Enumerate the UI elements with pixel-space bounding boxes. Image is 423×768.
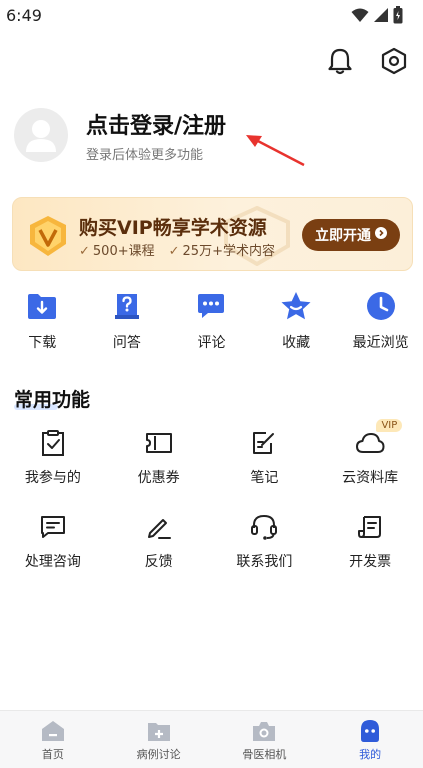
vip-perks: ✓ 500+课程 ✓ 25万+学术内容 [79,240,275,259]
tab-label: 病例讨论 [136,748,181,761]
home-icon [40,719,66,743]
status-bar: 6:49 [0,0,423,32]
status-time: 6:49 [6,6,42,25]
quick-action-recent[interactable]: 最近浏览 [338,290,423,356]
quick-action-label: 问答 [112,335,141,351]
signal-icon [373,7,389,27]
question-book-icon [111,290,143,322]
pencil-icon [143,511,175,543]
function-label: 优惠券 [137,470,180,486]
note-edit-icon [248,427,280,459]
function-label: 反馈 [144,554,173,570]
function-notes[interactable]: 笔记 [212,425,318,509]
function-coupon[interactable]: 优惠券 [106,425,212,509]
login-section[interactable]: 点击登录/注册 登录后体验更多功能 [14,108,414,168]
chevron-right-icon [375,227,387,243]
vip-button-label: 立即开通 [315,228,371,244]
vip-perk: ✓ 500+课程 [79,240,155,259]
download-folder-icon [26,290,58,322]
clipboard-check-icon [37,427,69,459]
header-actions [325,46,409,76]
quick-action-label: 最近浏览 [352,335,409,351]
vip-perk-label: 500+课程 [92,244,155,259]
coupon-icon [143,427,175,459]
function-label: 处理咨询 [24,554,81,570]
function-label: 云资料库 [342,470,399,486]
message-icon [37,511,69,543]
vip-badge-icon [27,215,69,261]
function-label: 我参与的 [24,470,81,486]
function-feedback[interactable]: 反馈 [106,509,212,593]
function-label: 联系我们 [236,554,293,570]
section-title: 常用功能 [14,389,91,411]
function-label: 笔记 [250,470,279,486]
function-contact-us[interactable]: 联系我们 [212,509,318,593]
quick-action-qa[interactable]: 问答 [85,290,170,356]
login-subtitle: 登录后体验更多功能 [86,148,204,163]
quick-action-download[interactable]: 下载 [0,290,85,356]
clock-icon [365,290,397,322]
bottom-tab-bar: 首页 病例讨论 骨医相机 我的 [0,710,423,768]
login-register-link[interactable]: 点击登录/注册 [86,108,226,140]
function-label: 开发票 [349,554,392,570]
check-icon: ✓ [168,244,180,259]
annotation-arrow-icon [246,135,305,167]
vip-title: 购买VIP畅享学术资源 [79,217,267,239]
quick-action-label: 收藏 [282,335,311,351]
case-folder-icon [146,719,172,743]
avatar[interactable] [14,108,68,162]
function-cloud-library[interactable]: VIP 云资料库 [317,419,423,509]
battery-icon [393,6,403,28]
star-icon [280,290,312,322]
settings-icon[interactable] [379,46,409,76]
vip-promo-banner[interactable]: 购买VIP畅享学术资源 ✓ 500+课程 ✓ 25万+学术内容 立即开通 [12,197,413,271]
quick-action-label: 下载 [28,335,57,351]
invoice-icon [354,511,386,543]
tab-camera[interactable]: 骨医相机 [212,711,318,768]
tab-label: 首页 [41,748,64,761]
quick-action-favorite[interactable]: 收藏 [254,290,339,356]
vip-perk-label: 25万+学术内容 [182,244,275,259]
camera-icon [251,719,277,743]
vip-perk: ✓ 25万+学术内容 [169,240,275,259]
tab-label: 我的 [359,748,382,761]
tab-profile[interactable]: 我的 [317,711,423,768]
common-functions-grid: 我参与的 优惠券 笔记 VIP 云资料库 处理咨询 反馈 联系我们 开发票 [0,419,423,593]
quick-action-comment[interactable]: 评论 [169,290,254,356]
status-icons [351,6,403,28]
notification-bell-icon[interactable] [325,46,355,76]
tab-case-discussion[interactable]: 病例讨论 [106,711,212,768]
check-icon: ✓ [79,244,90,259]
tab-home[interactable]: 首页 [0,711,106,768]
wifi-icon [351,7,369,27]
comment-bubble-icon [195,290,227,322]
tab-label: 骨医相机 [242,748,287,761]
vip-tag: VIP [376,419,403,432]
function-participated[interactable]: 我参与的 [0,425,106,509]
headset-icon [248,511,280,543]
vip-open-button[interactable]: 立即开通 [302,219,400,251]
function-consultation[interactable]: 处理咨询 [0,509,106,593]
quick-action-label: 评论 [197,335,226,351]
profile-icon [357,719,383,743]
quick-actions: 下载 问答 评论 收藏 最近浏览 [0,290,423,356]
function-invoice[interactable]: 开发票 [317,509,423,593]
